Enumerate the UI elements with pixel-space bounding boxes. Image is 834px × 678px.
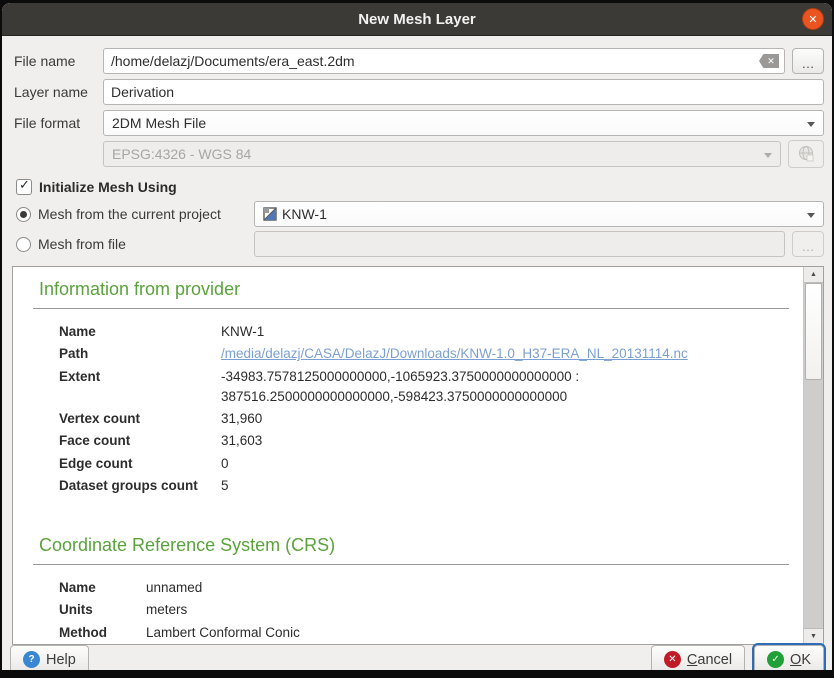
mesh-layer-value: KNW-1 [282,206,327,222]
layer-name-input[interactable] [103,79,824,105]
help-button[interactable]: ? Help [10,645,89,670]
mesh-from-project-label: Mesh from the current project [38,206,221,222]
help-button-label: Help [46,652,76,668]
ok-button[interactable]: ✓ OK [754,645,824,670]
chevron-down-icon [807,122,815,127]
help-icon: ? [23,651,40,668]
file-name-row: File name ✕ … [14,48,824,74]
mesh-from-file-input [254,231,785,257]
section-divider [33,308,789,309]
layer-name-label: Layer name [14,84,96,100]
layer-name-row: Layer name [14,79,824,105]
table-row: Units meters [59,599,414,621]
row-value: -34983.7578125000000000,-1065923.3750000… [221,366,781,409]
initialize-mesh-label: Initialize Mesh Using [39,179,177,195]
file-format-value: 2DM Mesh File [112,115,206,131]
scroll-up-icon[interactable]: ▲ [804,267,823,283]
row-label: Units [59,599,146,621]
chevron-down-icon [764,153,772,158]
row-value: 5 [221,475,781,497]
table-row: Face count 31,603 [59,430,781,452]
crs-combo: EPSG:4326 - WGS 84 [103,141,781,167]
row-value: meters [146,599,414,621]
mesh-from-file-option[interactable]: Mesh from file [14,236,247,252]
provider-info-heading: Information from provider [39,279,789,300]
file-format-combo[interactable]: 2DM Mesh File [103,110,824,136]
table-row: Method Lambert Conformal Conic [59,622,414,644]
row-label: Face count [59,430,221,452]
crs-select-button [788,140,824,168]
initialize-mesh-row: ✓ Initialize Mesh Using [16,177,824,197]
row-label: Path [59,343,221,365]
titlebar[interactable]: New Mesh Layer ✕ [2,3,832,36]
file-format-label: File format [14,115,96,131]
checkmark-icon: ✓ [19,177,30,193]
vertical-scrollbar[interactable]: ▲ ▼ [803,267,823,644]
chevron-down-icon [807,213,815,218]
cancel-icon: ✕ [664,651,681,668]
section-divider [33,564,789,565]
provider-info-content: Information from provider Name KNW-1 Pat… [13,267,803,644]
row-value: 31,603 [221,430,781,452]
row-label: Extent [59,366,221,409]
row-value: 0 [221,453,781,475]
table-row: Edge count 0 [59,453,781,475]
row-value: 31,960 [221,408,781,430]
row-value: KNW-1 [221,321,781,343]
new-mesh-layer-dialog: New Mesh Layer ✕ File name ✕ … Layer nam… [2,3,832,670]
table-row: Dataset groups count 5 [59,475,781,497]
mesh-from-project-option[interactable]: Mesh from the current project [14,206,247,222]
row-label: Name [59,321,221,343]
file-name-input-wrap: ✕ [103,48,785,74]
ok-icon: ✓ [767,651,784,668]
close-icon[interactable]: ✕ [802,8,824,30]
crs-info-table: Name unnamed Units meters Method Lambert… [59,577,414,644]
file-name-input[interactable] [103,48,785,74]
dataset-path-link[interactable]: /media/delazj/CASA/DelazJ/Downloads/KNW-… [221,346,688,361]
provider-info-panel: Information from provider Name KNW-1 Pat… [12,266,824,645]
provider-info-table: Name KNW-1 Path /media/delazj/CASA/Delaz… [59,321,781,497]
table-row: Path /media/delazj/CASA/DelazJ/Downloads… [59,343,781,365]
mesh-from-file-row: Mesh from file … [14,231,824,257]
form-area: File name ✕ … Layer name File format 2DM… [2,36,832,262]
table-row: Name unnamed [59,577,414,599]
row-label: Vertex count [59,408,221,430]
screen: New Mesh Layer ✕ File name ✕ … Layer nam… [0,0,834,678]
dialog-title: New Mesh Layer [358,11,476,28]
row-value: unnamed [146,577,414,599]
initialize-mesh-checkbox[interactable]: ✓ [16,179,32,195]
file-name-label: File name [14,53,96,69]
table-row: Vertex count 31,960 [59,408,781,430]
file-browse-button[interactable]: … [792,48,824,74]
row-label: Dataset groups count [59,475,221,497]
scrollbar-track[interactable] [804,380,823,628]
cancel-button[interactable]: ✕ Cancel [651,645,745,670]
crs-info-heading: Coordinate Reference System (CRS) [39,535,789,556]
globe-crs-icon [797,145,815,163]
mesh-file-browse-button: … [792,231,824,257]
row-label: Edge count [59,453,221,475]
file-format-row: File format 2DM Mesh File [14,110,824,136]
cancel-button-label: Cancel [687,652,732,668]
ok-button-label: OK [790,652,811,668]
scrollbar-thumb[interactable] [805,283,822,380]
mesh-layer-combo[interactable]: KNW-1 [254,201,824,227]
mesh-from-project-row: Mesh from the current project KNW-1 [14,201,824,227]
row-label: Name [59,577,146,599]
mesh-from-file-label: Mesh from file [38,236,126,252]
table-row: Name KNW-1 [59,321,781,343]
mesh-from-project-radio[interactable] [16,207,31,222]
button-box: ? Help ✕ Cancel ✓ OK [2,645,832,670]
mesh-layer-icon [263,207,277,221]
crs-row: EPSG:4326 - WGS 84 [14,140,824,168]
mesh-from-file-radio[interactable] [16,237,31,252]
table-row: Extent -34983.7578125000000000,-1065923.… [59,366,781,409]
row-value: Lambert Conformal Conic [146,622,414,644]
scroll-down-icon[interactable]: ▼ [804,628,823,644]
crs-value: EPSG:4326 - WGS 84 [112,146,251,162]
row-label: Method [59,622,146,644]
